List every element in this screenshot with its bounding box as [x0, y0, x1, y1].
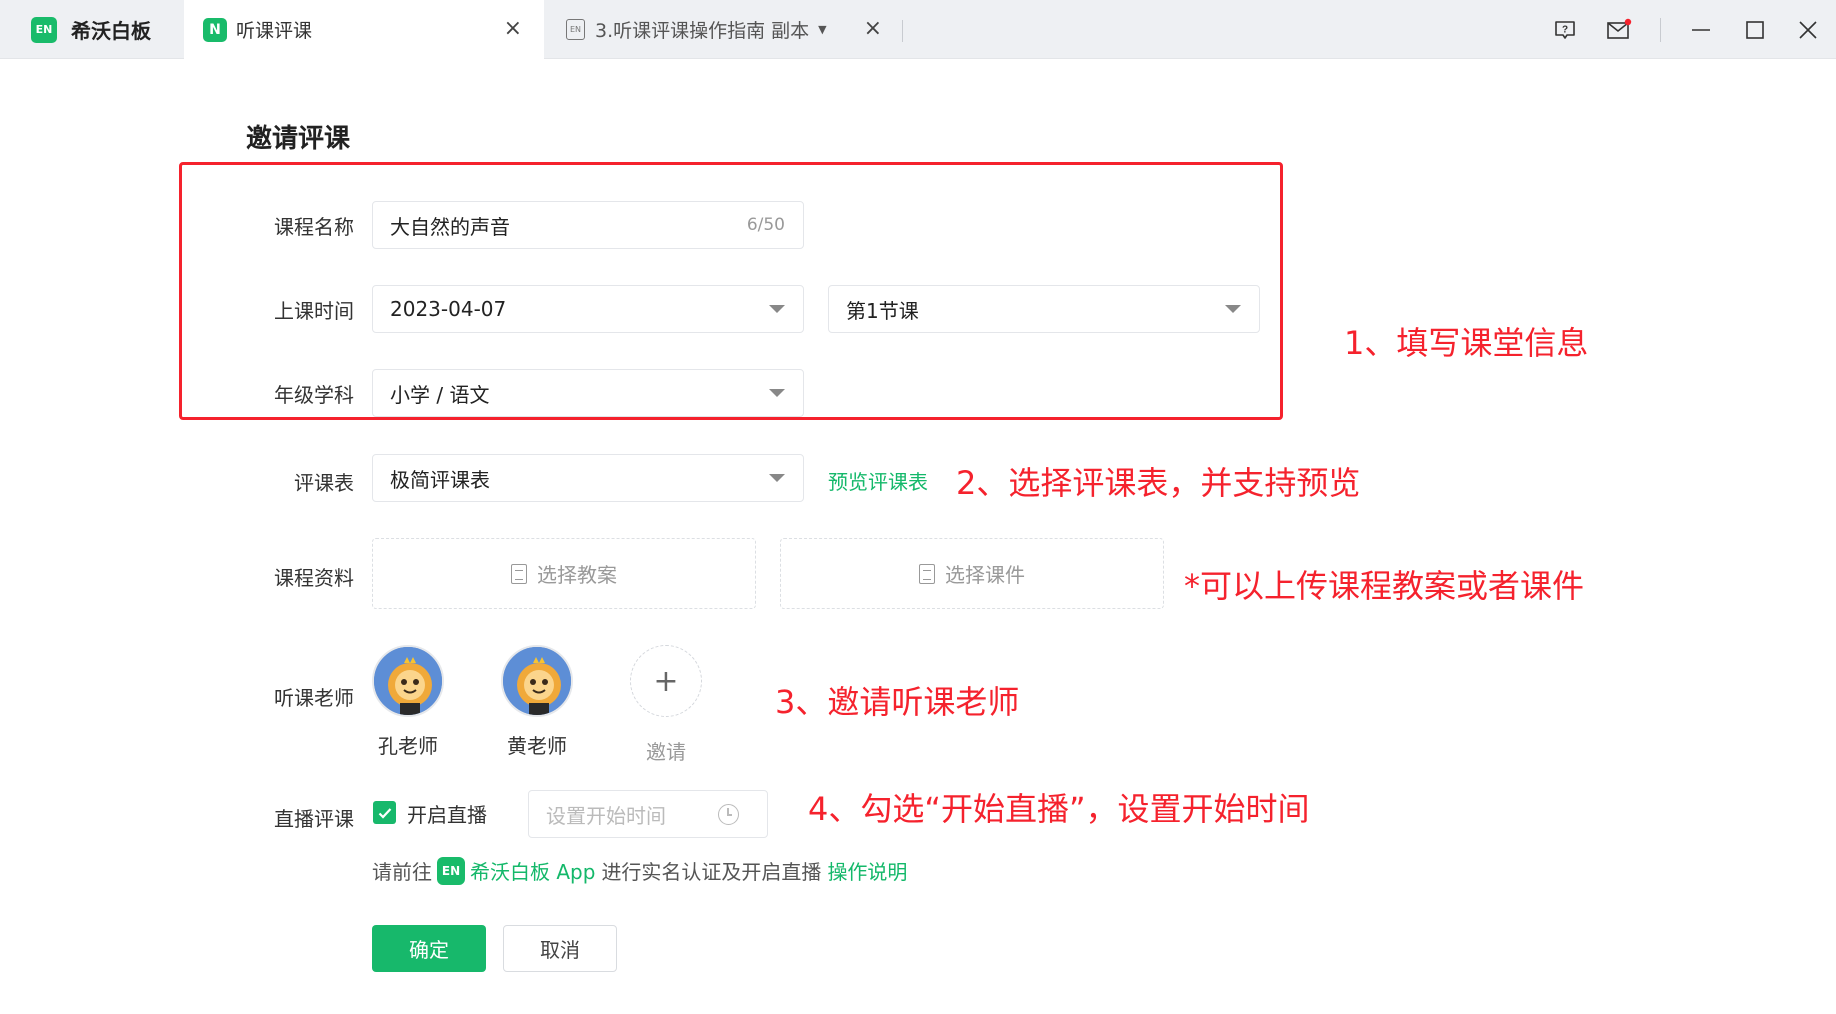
annotation-highlight-box: [179, 162, 1283, 420]
tab-guide-document[interactable]: EN 3.听课评课操作指南 副本 ▼ ×: [548, 0, 904, 59]
live-label: 直播评课: [274, 807, 354, 831]
lesson-plan-icon: [511, 563, 527, 584]
avatar: [372, 645, 444, 717]
materials-label: 课程资料: [274, 566, 354, 590]
live-checkbox-label[interactable]: 开启直播: [407, 799, 487, 828]
divider: [902, 20, 903, 42]
operation-guide-link[interactable]: 操作说明: [827, 856, 907, 885]
tab-home-label: 希沃白板: [71, 19, 151, 43]
help-icon[interactable]: ?: [1548, 13, 1582, 47]
teachers-label: 听课老师: [274, 686, 354, 710]
rating-form-value: 极简评课表: [390, 467, 490, 492]
tab-bar: EN 希沃白板 N 听课评课 × EN 3.听课评课操作指南 副本 ▼ × ?: [0, 0, 1836, 59]
listen-app-icon: N: [203, 17, 227, 42]
annotation-step3: 3、邀请听课老师: [775, 683, 1020, 721]
clock-icon: [718, 804, 739, 825]
start-time-placeholder: 设置开始时间: [546, 803, 666, 828]
preview-rating-form-link[interactable]: 预览评课表: [828, 466, 928, 495]
tab-listen-evaluate[interactable]: N 听课评课 ×: [184, 0, 544, 59]
app-logo-icon: EN: [437, 856, 465, 885]
confirm-button[interactable]: 确定: [372, 925, 486, 972]
invite-label[interactable]: 邀请: [616, 736, 716, 765]
tab-active-label: 听课评课: [236, 20, 313, 42]
close-window-icon[interactable]: [1791, 13, 1825, 47]
plus-icon: +: [653, 663, 679, 699]
annotation-step1: 1、填写课堂信息: [1344, 324, 1589, 362]
annotation-step2: 2、选择评课表，并支持预览: [956, 464, 1361, 502]
live-hint: 请前往 EN 希沃白板 App 进行实名认证及开启直播 操作说明: [372, 856, 907, 885]
live-checkbox[interactable]: [373, 801, 396, 824]
select-courseware-label: 选择课件: [945, 563, 1025, 587]
start-time-input[interactable]: 设置开始时间: [528, 790, 768, 838]
annotation-note: *可以上传课程教案或者课件: [1184, 567, 1585, 605]
cancel-button[interactable]: 取消: [503, 925, 617, 972]
hint-middle: 进行实名认证及开启直播: [601, 860, 822, 884]
rating-form-select[interactable]: 极简评课表: [372, 454, 804, 502]
select-lesson-plan-label: 选择教案: [537, 563, 617, 587]
chevron-down-icon: [769, 474, 785, 482]
divider: [1660, 18, 1661, 42]
tab-home[interactable]: EN 希沃白板: [0, 0, 184, 59]
tab-close-icon[interactable]: ×: [504, 16, 522, 42]
teacher-name: 黄老师: [507, 734, 567, 758]
teacher-name: 孔老师: [378, 734, 438, 758]
avatar: [501, 645, 573, 717]
invite-teacher-button[interactable]: +: [630, 645, 702, 717]
app-logo-icon: EN: [31, 16, 57, 43]
mail-icon[interactable]: [1602, 13, 1636, 47]
minimize-icon[interactable]: [1684, 13, 1718, 47]
courseware-icon: [919, 563, 935, 584]
chevron-down-icon[interactable]: ▼: [818, 23, 826, 36]
tab-doc-label: 3.听课评课操作指南 副本: [595, 20, 810, 42]
hint-prefix: 请前往: [372, 860, 432, 884]
annotation-step4: 4、勾选“开始直播”，设置开始时间: [808, 790, 1310, 828]
select-courseware-button[interactable]: 选择课件: [780, 538, 1164, 609]
page-title: 邀请评课: [246, 124, 351, 154]
select-lesson-plan-button[interactable]: 选择教案: [372, 538, 756, 609]
hint-app-name[interactable]: 希沃白板 App: [470, 856, 595, 885]
svg-text:?: ?: [1562, 25, 1568, 36]
tab-close-icon[interactable]: ×: [864, 16, 882, 42]
document-icon: EN: [566, 19, 585, 40]
rating-form-label: 评课表: [294, 471, 354, 495]
maximize-icon[interactable]: [1738, 13, 1772, 47]
